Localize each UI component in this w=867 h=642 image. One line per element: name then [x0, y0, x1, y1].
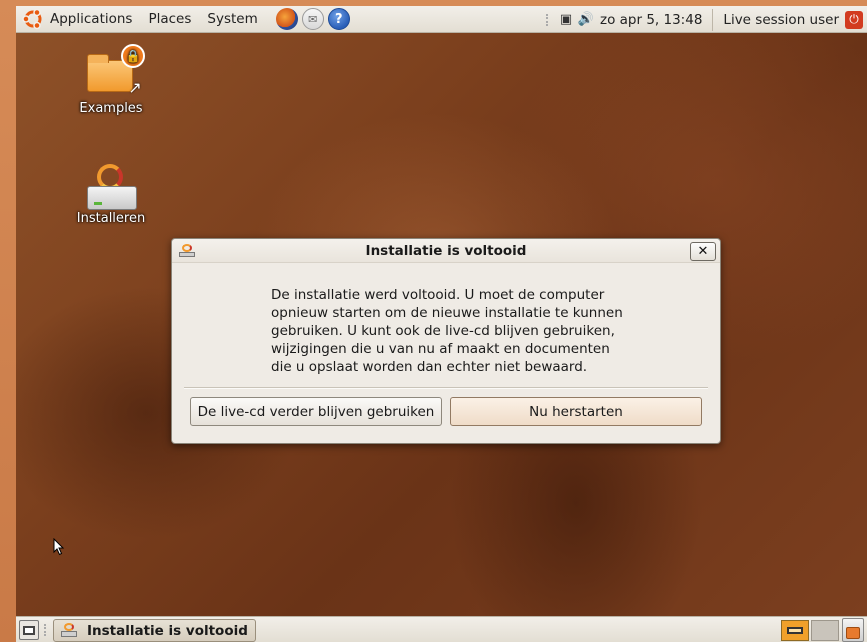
desktop-icon-examples[interactable]: 🔒 ↗ Examples: [63, 44, 159, 116]
desktop-screen: Applications Places System ✉ ? ▣ 🔊 zo ap…: [16, 6, 867, 642]
volume-icon[interactable]: 🔊: [578, 12, 594, 28]
user-menu[interactable]: Live session user: [723, 12, 839, 28]
continue-live-cd-button[interactable]: De live-cd verder blijven gebruiken: [190, 397, 442, 426]
installer-icon: [60, 623, 78, 638]
message-line: die u opslaat worden dan echter niet bew…: [271, 359, 588, 375]
message-line: opnieuw starten om de nieuwe installatie…: [271, 305, 623, 321]
clock[interactable]: zo apr 5, 13:48: [600, 12, 702, 28]
show-desktop-button[interactable]: [19, 620, 39, 640]
dialog-message: De installatie werd voltooid. U moet de …: [271, 286, 641, 376]
top-panel: Applications Places System ✉ ? ▣ 🔊 zo ap…: [16, 6, 867, 33]
bottom-panel: Installatie is voltooid: [16, 616, 867, 642]
ubuntu-logo-icon[interactable]: [22, 8, 44, 30]
message-line: De installatie werd voltooid. U moet de …: [271, 287, 605, 303]
taskbar-window-label: Installatie is voltooid: [87, 622, 248, 639]
firefox-icon[interactable]: [275, 8, 298, 30]
workspace-2[interactable]: [811, 620, 839, 641]
desktop-icon-installeren[interactable]: Installeren: [63, 164, 159, 226]
network-icon[interactable]: ▣: [558, 12, 574, 28]
trash-icon[interactable]: [842, 618, 864, 642]
restart-now-button[interactable]: Nu herstarten: [450, 397, 702, 426]
dialog-titlebar[interactable]: Installatie is voltooid ✕: [172, 239, 720, 263]
tray-handle[interactable]: [546, 13, 552, 26]
dialog-divider: [184, 387, 708, 389]
help-icon[interactable]: ?: [327, 8, 350, 30]
close-button[interactable]: ✕: [690, 242, 716, 261]
power-icon[interactable]: ⏻: [845, 10, 863, 29]
desktop-icon-label: Installeren: [76, 211, 146, 226]
menu-system[interactable]: System: [207, 11, 257, 27]
launcher-group: ✉ ?: [275, 8, 350, 30]
mouse-cursor-icon: [53, 538, 65, 556]
panel-handle[interactable]: [44, 624, 48, 636]
lock-icon: 🔒: [121, 44, 145, 68]
link-arrow-icon: ↗: [128, 78, 142, 97]
panel-tray: ▣ 🔊 zo apr 5, 13:48 Live session user ⏻: [546, 6, 867, 33]
workspace-1[interactable]: [781, 620, 809, 641]
installer-icon: [81, 164, 141, 210]
panel-separator: [712, 8, 714, 31]
folder-icon: 🔒 ↗: [81, 44, 145, 98]
mail-icon[interactable]: ✉: [301, 8, 324, 30]
menu-applications[interactable]: Applications: [50, 11, 132, 27]
install-complete-dialog: Installatie is voltooid ✕ De installatie…: [171, 238, 721, 444]
taskbar-window-button[interactable]: Installatie is voltooid: [53, 619, 256, 642]
main-menu: Applications Places System: [16, 6, 280, 33]
dialog-title: Installatie is voltooid: [365, 243, 527, 259]
desktop-icon-label: Examples: [79, 101, 143, 116]
menu-places[interactable]: Places: [148, 11, 191, 27]
message-line: wijzigingen die u van nu af maakt en doc…: [271, 341, 610, 357]
message-line: gebruiken. U kunt ook de live-cd blijven…: [271, 323, 615, 339]
